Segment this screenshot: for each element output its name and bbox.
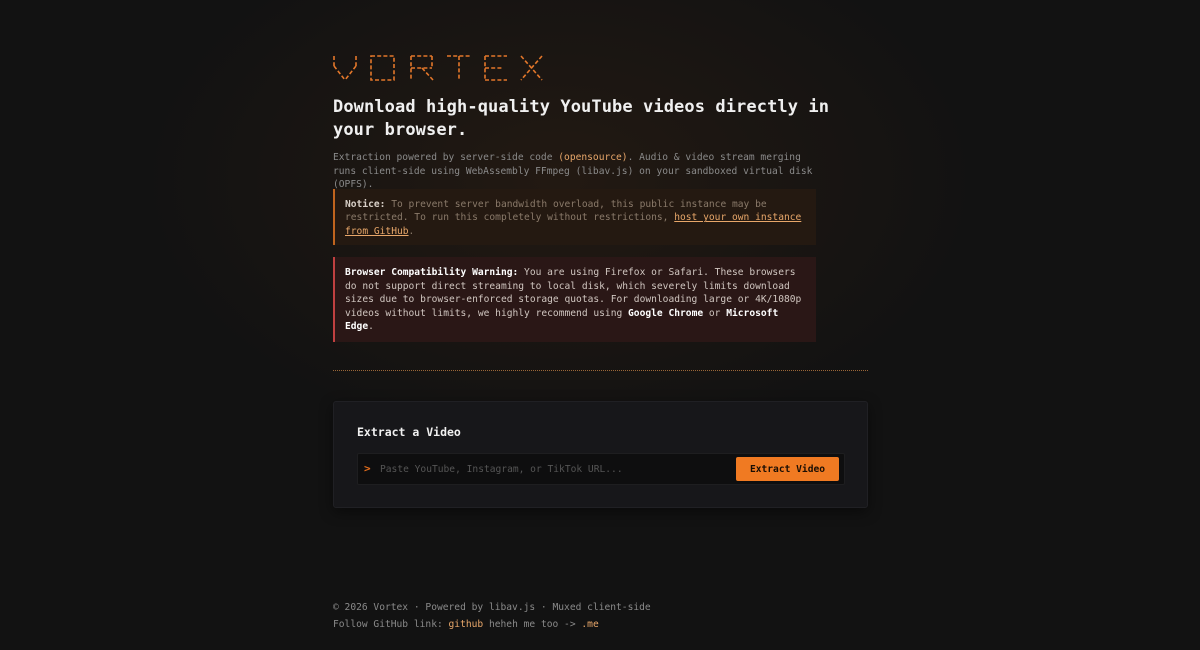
- footer-copyright: © 2026 Vortex · Powered by libav.js · Mu…: [333, 602, 651, 613]
- section-divider: [333, 370, 868, 371]
- page-headline: Download high-quality YouTube videos dir…: [333, 97, 830, 140]
- warning-or: or: [703, 307, 727, 319]
- github-link[interactable]: github: [449, 619, 484, 630]
- page-description: Extraction powered by server-side code (…: [333, 151, 813, 192]
- footer-follow-text: Follow GitHub link:: [333, 619, 449, 630]
- url-input-row: > Extract Video: [357, 453, 845, 485]
- extract-video-button[interactable]: Extract Video: [736, 457, 839, 481]
- browser-warning-banner: Browser Compatibility Warning: You are u…: [333, 257, 816, 342]
- notice-end: .: [408, 225, 415, 237]
- vortex-logo-art: [333, 55, 543, 81]
- page-footer: © 2026 Vortex · Powered by libav.js · Mu…: [333, 599, 868, 633]
- footer-middle-text: heheh me too ->: [483, 619, 582, 630]
- footer-links: Follow GitHub link: github heheh me too …: [333, 616, 868, 633]
- description-prefix: Extraction powered by server-side code: [333, 152, 559, 163]
- me-link[interactable]: .me: [581, 619, 598, 630]
- prompt-chevron-icon: >: [364, 462, 371, 475]
- notice-banner: Notice: To prevent server bandwidth over…: [333, 189, 816, 245]
- browser-chrome: Google Chrome: [628, 307, 704, 319]
- opensource-link[interactable]: (opensource): [558, 152, 627, 163]
- extract-card-title: Extract a Video: [357, 425, 461, 439]
- warning-end: .: [368, 321, 374, 333]
- warning-label: Browser Compatibility Warning:: [345, 267, 519, 278]
- url-input[interactable]: [380, 459, 730, 479]
- notice-label: Notice:: [345, 199, 386, 210]
- vortex-logo: [333, 54, 543, 82]
- extract-card: Extract a Video > Extract Video: [333, 401, 868, 508]
